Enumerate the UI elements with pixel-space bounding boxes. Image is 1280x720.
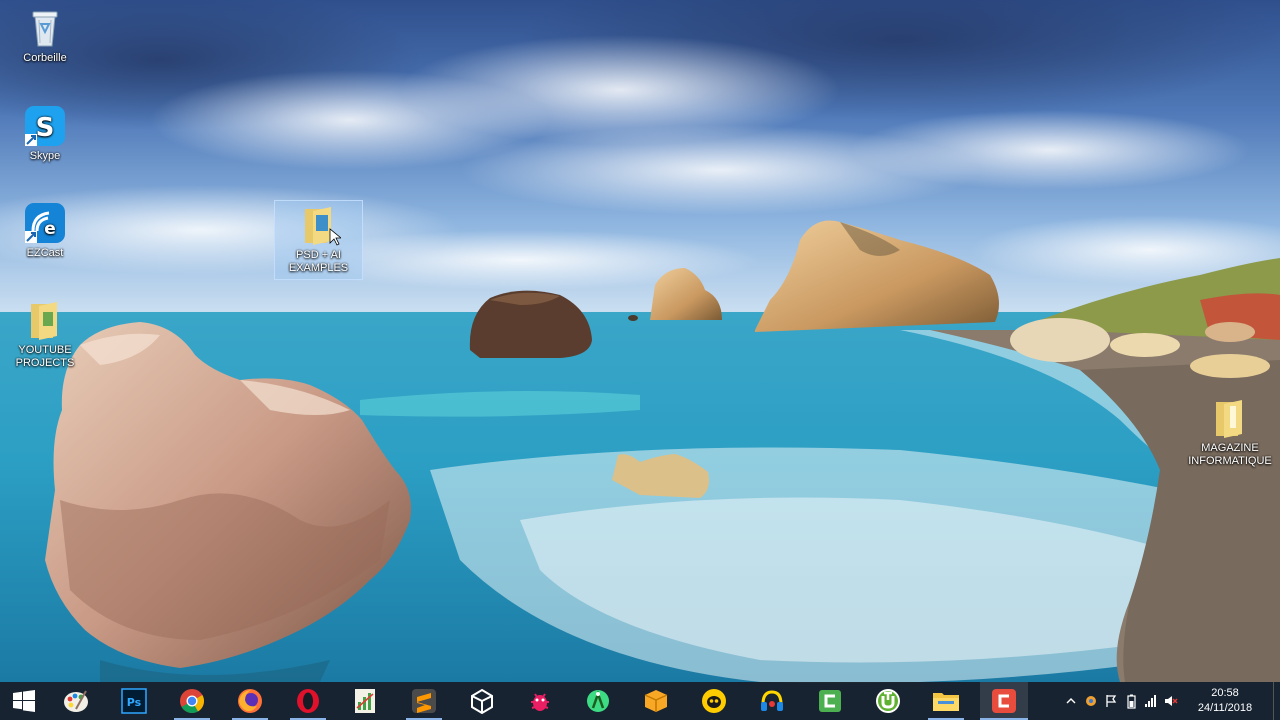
- desktop-icon-youtube-projects[interactable]: YOUTUBE PROJECTS: [8, 298, 82, 370]
- taskbar-item-photoshop[interactable]: Ps: [110, 682, 158, 720]
- show-desktop-button[interactable]: [1273, 682, 1280, 720]
- desktop-icon-ezcast[interactable]: e EZCast: [8, 201, 82, 260]
- firefox-icon: [238, 689, 262, 713]
- folder-icon: [23, 298, 67, 342]
- taskbar-item-utorrent[interactable]: [864, 682, 912, 720]
- taskbar-item-cyberghost[interactable]: [690, 682, 738, 720]
- taskbar-item-file-explorer[interactable]: [922, 682, 970, 720]
- desktop-wallpaper: [0, 0, 1280, 720]
- system-tray: 20:58 24/11/2018: [1060, 682, 1280, 720]
- taskbar-item-opera[interactable]: [284, 682, 332, 720]
- taskbar-item-chrome[interactable]: [168, 682, 216, 720]
- chrome-icon: [180, 689, 205, 714]
- clock-time: 20:58: [1211, 687, 1239, 699]
- ghost-vpn-icon: [702, 689, 726, 713]
- utorrent-icon: [876, 689, 900, 713]
- desktop-icon-magazine-informatique[interactable]: MAGAZINE INFORMATIQUE: [1188, 396, 1272, 468]
- desktop-icon-label: MAGAZINE INFORMATIQUE: [1188, 442, 1272, 467]
- taskbar-item-unity[interactable]: [458, 682, 506, 720]
- svg-text:S: S: [36, 113, 55, 143]
- folder-icon: [1208, 396, 1252, 440]
- camtasia-recorder-icon: [992, 689, 1016, 713]
- sublime-text-icon: [412, 689, 436, 713]
- clock-date: 24/11/2018: [1197, 702, 1253, 714]
- taskbar-item-android-bug[interactable]: [516, 682, 564, 720]
- desktop-icon-recycle-bin[interactable]: Corbeille: [8, 6, 82, 65]
- skype-icon: S: [23, 104, 67, 148]
- android-bug-icon: [531, 693, 549, 711]
- photoshop-icon: Ps: [121, 688, 147, 714]
- network-icon[interactable]: [1084, 693, 1098, 709]
- taskbar-item-chart-app[interactable]: [342, 682, 390, 720]
- signal-icon[interactable]: [1144, 693, 1158, 709]
- taskbar-item-camtasia[interactable]: [806, 682, 854, 720]
- folder-icon: [297, 203, 342, 247]
- start-button[interactable]: [0, 682, 48, 720]
- taskbar-item-camtasia-recorder[interactable]: [980, 682, 1028, 720]
- taskbar-item-headset-app[interactable]: [748, 682, 796, 720]
- taskbar-item-sublime[interactable]: [400, 682, 448, 720]
- paint-palette-icon: [64, 690, 88, 712]
- taskbar-item-paint[interactable]: [52, 682, 100, 720]
- folder-explorer-icon: [933, 693, 959, 711]
- chevron-up-icon[interactable]: [1064, 693, 1078, 709]
- opera-icon: [297, 689, 319, 713]
- windows-logo-icon: [13, 690, 35, 712]
- desktop-icon-label: PSD + AI EXAMPLES: [288, 249, 349, 274]
- camtasia-icon: [819, 690, 841, 712]
- flag-icon[interactable]: [1104, 693, 1118, 709]
- android-studio-icon: [587, 690, 609, 712]
- desktop-icon-label: YOUTUBE PROJECTS: [15, 344, 75, 369]
- desktop-icon-skype[interactable]: S Skype: [8, 104, 82, 163]
- taskbar-item-android-studio[interactable]: [574, 682, 622, 720]
- battery-icon[interactable]: [1124, 693, 1138, 709]
- desktop-icon-label: Skype: [29, 150, 61, 162]
- unity-icon: [471, 688, 493, 714]
- taskbar-item-firefox[interactable]: [226, 682, 274, 720]
- svg-text:e: e: [44, 219, 56, 239]
- desktop-icon-label: EZCast: [26, 247, 64, 259]
- ezcast-icon: e: [23, 201, 67, 245]
- taskbar-clock[interactable]: 20:58 24/11/2018: [1190, 686, 1260, 716]
- taskbar-item-package[interactable]: [632, 682, 680, 720]
- spreadsheet-chart-icon: [355, 689, 375, 713]
- volume-muted-icon[interactable]: [1164, 693, 1178, 709]
- desktop-icon-label: Corbeille: [23, 52, 67, 64]
- taskbar: Ps 20:58 24/11/2018: [0, 682, 1280, 720]
- headset-icon: [761, 690, 783, 711]
- recycle-bin-icon: [23, 6, 67, 50]
- svg-text:Ps: Ps: [127, 696, 142, 709]
- desktop-icon-psd-ai-examples[interactable]: PSD + AI EXAMPLES: [274, 200, 363, 280]
- package-box-icon: [644, 690, 668, 712]
